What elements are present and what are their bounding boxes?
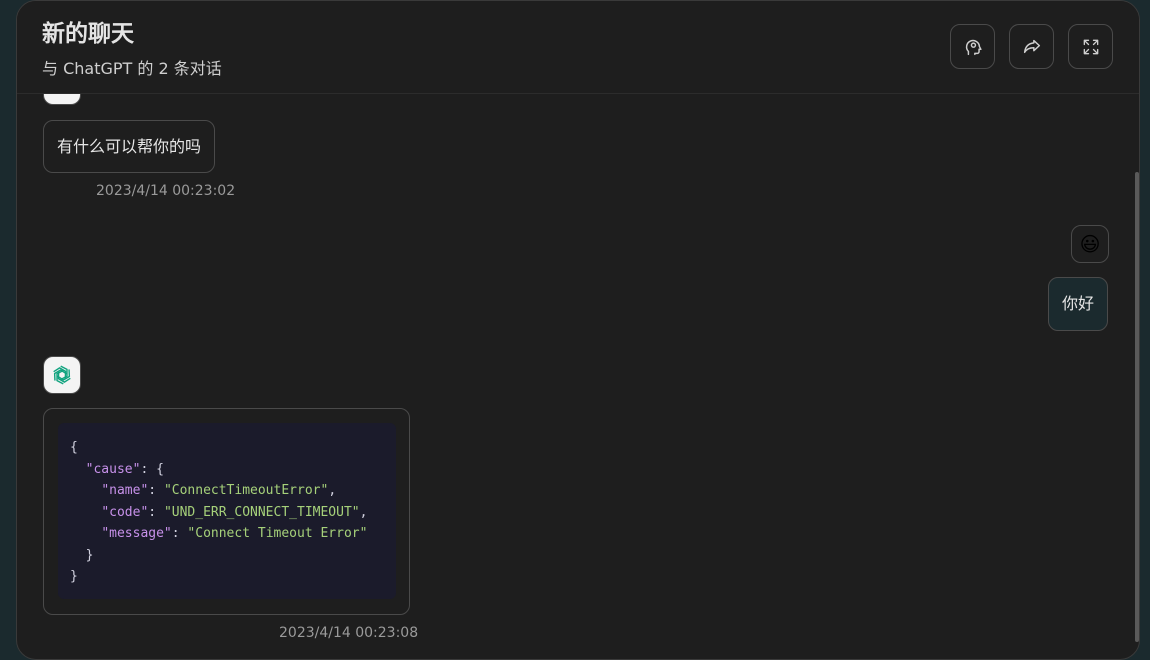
code-message-bubble: { "cause": { "name": "ConnectTimeoutErro…	[43, 408, 410, 615]
code-line: }	[85, 547, 94, 563]
share-icon	[1023, 39, 1040, 53]
message-timestamp: 2023/4/14 00:23:08	[279, 625, 419, 641]
code-line: }	[70, 569, 78, 584]
code-block[interactable]: { "cause": { "name": "ConnectTimeoutErro…	[58, 423, 396, 599]
user-avatar-emoji: 😃	[1079, 232, 1101, 256]
code-line: "name": "ConnectTimeoutError",	[101, 483, 337, 498]
message-text: 你好	[1062, 294, 1095, 313]
code-line: {	[70, 440, 78, 455]
chat-subtitle: 与 ChatGPT 的 2 条对话	[42, 59, 222, 78]
chat-window: 新的聊天 与 ChatGPT 的 2 条对话 有什么可以帮你的吗 2023/4/…	[16, 0, 1140, 660]
scrollbar[interactable]	[1135, 172, 1139, 642]
user-avatar: 😃	[1071, 225, 1109, 263]
user-message-bubble: 你好	[1048, 277, 1109, 331]
assistant-avatar	[43, 356, 81, 394]
prompt-icon	[965, 39, 982, 55]
message-timestamp: 2023/4/14 00:23:02	[96, 183, 236, 199]
share-button[interactable]	[1009, 24, 1054, 69]
openai-logo-icon	[53, 365, 71, 385]
code-line: "cause": {	[85, 461, 164, 477]
code-line: "code": "UND_ERR_CONNECT_TIMEOUT",	[101, 504, 368, 520]
message-text: 有什么可以帮你的吗	[57, 137, 202, 156]
chat-title: 新的聊天	[42, 21, 134, 47]
code-line: "message": "Connect Timeout Error"	[101, 526, 368, 541]
fullscreen-button[interactable]	[1068, 24, 1113, 69]
fullscreen-icon	[1083, 39, 1098, 54]
message-bubble: 有什么可以帮你的吗	[43, 120, 216, 173]
chat-header: 新的聊天 与 ChatGPT 的 2 条对话	[17, 1, 1139, 94]
prompt-button[interactable]	[950, 24, 995, 69]
message-list[interactable]: 有什么可以帮你的吗 2023/4/14 00:23:02 😃 你好 {"cau…	[17, 67, 1139, 659]
